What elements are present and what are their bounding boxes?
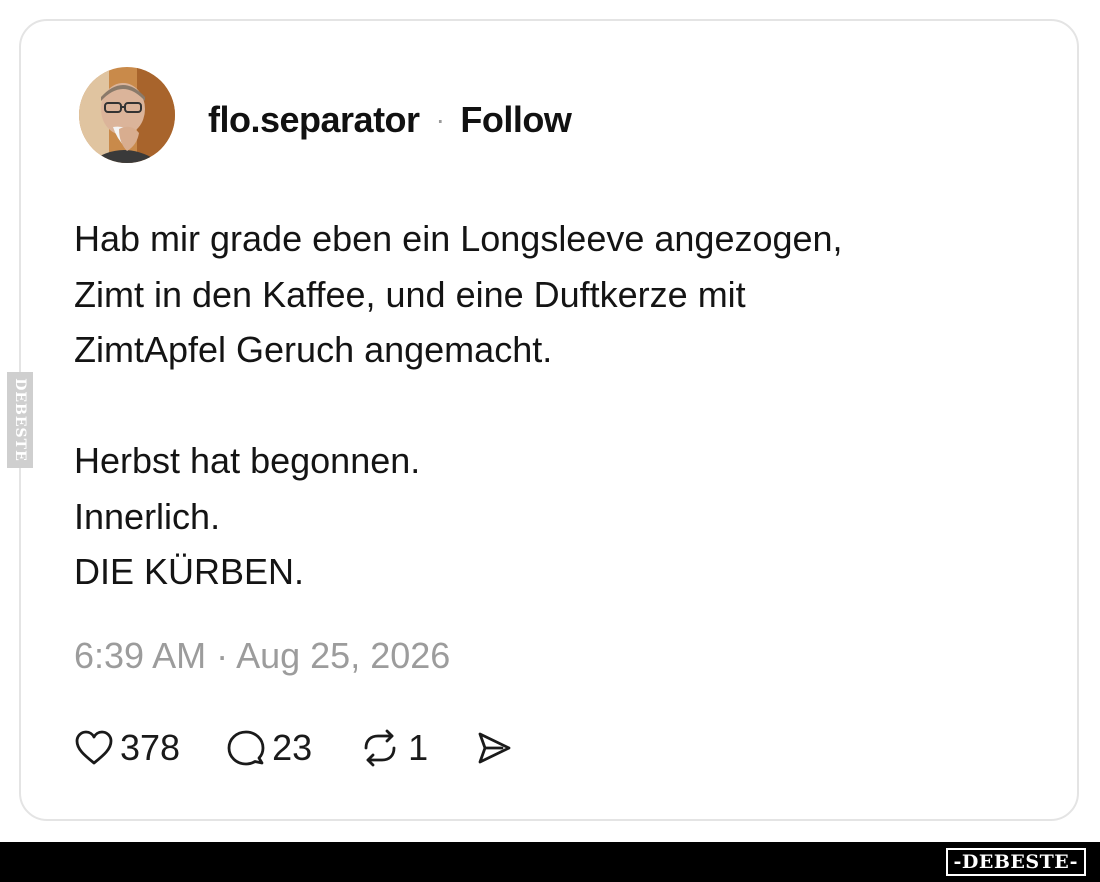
post-timestamp: 6:39 AM · Aug 25, 2026 — [74, 635, 451, 676]
reply-count: 23 — [272, 727, 313, 768]
like-count: 378 — [120, 727, 181, 768]
follow-button[interactable]: Follow — [460, 99, 571, 141]
reply-button[interactable]: 23 — [226, 727, 312, 769]
side-watermark-text: DEBESTE — [12, 378, 29, 462]
header-separator: · — [435, 104, 445, 135]
heart-icon — [75, 730, 113, 765]
footer-bar: -DEBESTE- — [0, 842, 1100, 882]
repost-arrows-icon — [364, 729, 396, 767]
username[interactable]: flo.separator — [208, 99, 420, 141]
repost-count: 1 — [408, 727, 429, 768]
avatar-image — [79, 67, 175, 163]
post-actions: 378 23 1 — [74, 723, 514, 773]
post-text: Hab mir grade eben ein Longsleeve angezo… — [74, 218, 843, 592]
like-button[interactable]: 378 — [74, 727, 180, 769]
comment-bubble-icon — [227, 730, 265, 766]
repost-button[interactable]: 1 — [358, 727, 428, 769]
avatar[interactable] — [79, 67, 175, 163]
post-card: flo.separator · Follow Hab mir grade ebe… — [19, 19, 1079, 821]
side-watermark: DEBESTE — [7, 372, 33, 468]
post-header: flo.separator · Follow — [208, 99, 572, 141]
share-button[interactable] — [474, 729, 514, 767]
footer-logo: -DEBESTE- — [945, 848, 1086, 876]
send-icon — [478, 732, 511, 764]
